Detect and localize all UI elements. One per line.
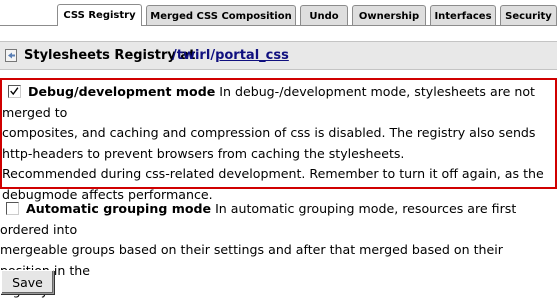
- page-header: Stylesheets Registry at /twirl/portal_cs…: [0, 41, 557, 70]
- tab-interfaces[interactable]: Interfaces: [430, 5, 496, 26]
- tab-bar: CSS Registry Merged CSS Composition Undo…: [0, 0, 557, 26]
- save-button[interactable]: Save: [1, 270, 54, 294]
- auto-grouping-option: Automatic grouping mode In automatic gro…: [0, 199, 557, 302]
- debug-mode-checkbox[interactable]: [8, 85, 21, 98]
- debug-mode-title: Debug/development mode: [28, 84, 216, 99]
- debug-mode-desc-line: Recommended during css-related developme…: [2, 166, 544, 181]
- page-title: Stylesheets Registry at: [24, 48, 196, 63]
- debug-mode-option: Debug/development mode In debug-/develop…: [0, 78, 557, 202]
- breadcrumb: /twirl/portal_css: [172, 48, 289, 63]
- auto-grouping-text: Automatic grouping mode In automatic gro…: [0, 199, 557, 240]
- registry-icon: [5, 49, 17, 62]
- tab-merged-css-composition[interactable]: Merged CSS Composition: [146, 5, 296, 26]
- tab-label: Security: [505, 10, 552, 22]
- tab-css-registry[interactable]: CSS Registry: [57, 4, 142, 26]
- breadcrumb-link-twirl[interactable]: twirl: [177, 48, 211, 63]
- tab-ownership[interactable]: Ownership: [352, 5, 426, 26]
- debug-mode-desc-line: composites, and caching and compression …: [2, 125, 536, 140]
- auto-grouping-desc-line: mergeable groups based on their settings…: [0, 242, 503, 278]
- tab-label: Ownership: [358, 10, 420, 22]
- tab-label: Interfaces: [434, 10, 492, 22]
- auto-grouping-desc-line: registry.: [0, 281, 557, 302]
- auto-grouping-checkbox[interactable]: [6, 202, 19, 215]
- tab-undo[interactable]: Undo: [300, 5, 348, 26]
- checkmark-icon: [10, 87, 19, 96]
- tab-label: CSS Registry: [63, 10, 136, 21]
- tab-label: Merged CSS Composition: [150, 10, 292, 22]
- debug-mode-desc-line: http-headers to prevent browsers from ca…: [2, 145, 405, 161]
- debug-mode-text: Debug/development mode In debug-/develop…: [2, 82, 555, 123]
- breadcrumb-link-portal-css[interactable]: portal_css: [215, 48, 289, 63]
- auto-grouping-title: Automatic grouping mode: [26, 201, 212, 216]
- tab-label: Undo: [309, 10, 339, 22]
- tab-security[interactable]: Security: [500, 5, 557, 26]
